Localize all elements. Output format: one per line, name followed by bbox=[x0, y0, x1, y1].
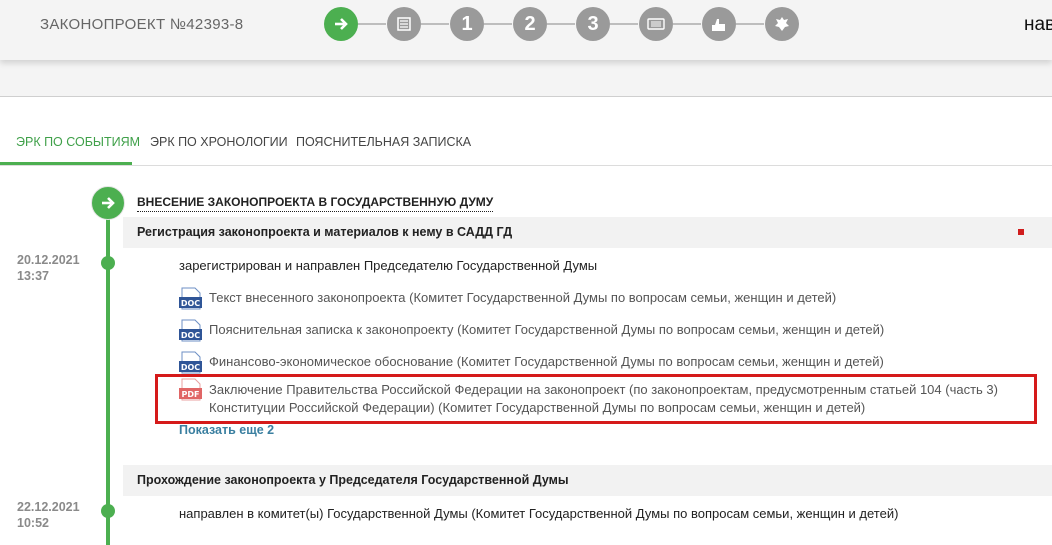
stage-connector bbox=[736, 23, 764, 25]
document-title: Пояснительная записка к законопроекту (К… bbox=[209, 322, 885, 337]
stage-connector bbox=[421, 23, 449, 25]
view-tabs: ЭРК ПО СОБЫТИЯМ ЭРК ПО ХРОНОЛОГИИ ПОЯСНИ… bbox=[0, 130, 1052, 166]
event-time: 10:52 bbox=[17, 516, 49, 530]
timeline-dot bbox=[101, 256, 115, 270]
stage-second-reading-button[interactable]: 2 bbox=[513, 7, 547, 41]
tab-chronology[interactable]: ЭРК ПО ХРОНОЛОГИИ bbox=[150, 135, 288, 149]
document-title: Текст внесенного законопроекта (Комитет … bbox=[209, 290, 837, 305]
highlight-box bbox=[155, 374, 1037, 424]
header-sub-band bbox=[0, 60, 1052, 97]
timeline-line bbox=[106, 200, 110, 545]
doc-file-icon: DOC bbox=[179, 287, 202, 310]
header-right-text: нав bbox=[1024, 14, 1052, 35]
stage-connector bbox=[484, 23, 512, 25]
timeline-dot bbox=[101, 504, 115, 518]
stage-connector bbox=[610, 23, 638, 25]
event-node bbox=[91, 186, 125, 220]
council-icon bbox=[647, 18, 665, 30]
stage-connector bbox=[358, 23, 386, 25]
status-marker bbox=[1018, 229, 1024, 235]
stage-header[interactable]: Прохождение законопроекта у Председателя… bbox=[123, 465, 1052, 496]
tab-explanatory-note[interactable]: ПОЯСНИТЕЛЬНАЯ ЗАПИСКА bbox=[296, 135, 471, 149]
stage-title: Регистрация законопроекта и материалов к… bbox=[137, 225, 513, 239]
stage-connector bbox=[547, 23, 575, 25]
bill-header: ЗАКОНОПРОЕКТ №42393-8 1 2 3 нав bbox=[0, 0, 1052, 60]
arrow-right-icon bbox=[335, 18, 348, 30]
arrow-right-icon bbox=[102, 197, 115, 209]
event-datetime: 22.12.2021 10:52 bbox=[17, 499, 80, 531]
event-date: 20.12.2021 bbox=[17, 253, 80, 267]
event-title: ВНЕСЕНИЕ ЗАКОНОПРОЕКТА В ГОСУДАРСТВЕННУЮ… bbox=[137, 195, 494, 212]
event-date: 22.12.2021 bbox=[17, 500, 80, 514]
document-list-icon bbox=[397, 17, 411, 31]
stage-third-reading-button[interactable]: 3 bbox=[576, 7, 610, 41]
event-action: зарегистрирован и направлен Председателю… bbox=[179, 258, 598, 273]
stage-header[interactable]: Регистрация законопроекта и материалов к… bbox=[123, 217, 1052, 248]
event-action: направлен в комитет(ы) Государственной Д… bbox=[179, 506, 899, 521]
stage-preliminary-button[interactable] bbox=[387, 7, 421, 41]
svg-text:DOC: DOC bbox=[181, 331, 200, 340]
doc-file-icon: DOC bbox=[179, 319, 202, 342]
doc-file-icon: DOC bbox=[179, 351, 202, 374]
stage-federation-council-button[interactable] bbox=[639, 7, 673, 41]
event-time: 13:37 bbox=[17, 269, 49, 283]
hand-icon bbox=[712, 19, 725, 31]
stage-introduction-button[interactable] bbox=[324, 7, 358, 41]
bill-title: ЗАКОНОПРОЕКТ №42393-8 bbox=[40, 16, 244, 33]
stage-president-button[interactable] bbox=[702, 7, 736, 41]
svg-text:DOC: DOC bbox=[181, 299, 200, 308]
stage-title: Прохождение законопроекта у Председателя… bbox=[137, 473, 569, 487]
show-more-link[interactable]: Показать еще 2 bbox=[179, 423, 274, 437]
active-tab-indicator bbox=[0, 162, 132, 165]
stage-publication-button[interactable] bbox=[765, 7, 799, 41]
stage-connector bbox=[673, 23, 701, 25]
tab-events[interactable]: ЭРК ПО СОБЫТИЯМ bbox=[16, 135, 140, 149]
emblem-icon bbox=[775, 17, 789, 31]
event-datetime: 20.12.2021 13:37 bbox=[17, 252, 80, 284]
svg-text:DOC: DOC bbox=[181, 363, 200, 372]
stage-first-reading-button[interactable]: 1 bbox=[450, 7, 484, 41]
document-title: Финансово-экономическое обоснование (Ком… bbox=[209, 354, 884, 369]
